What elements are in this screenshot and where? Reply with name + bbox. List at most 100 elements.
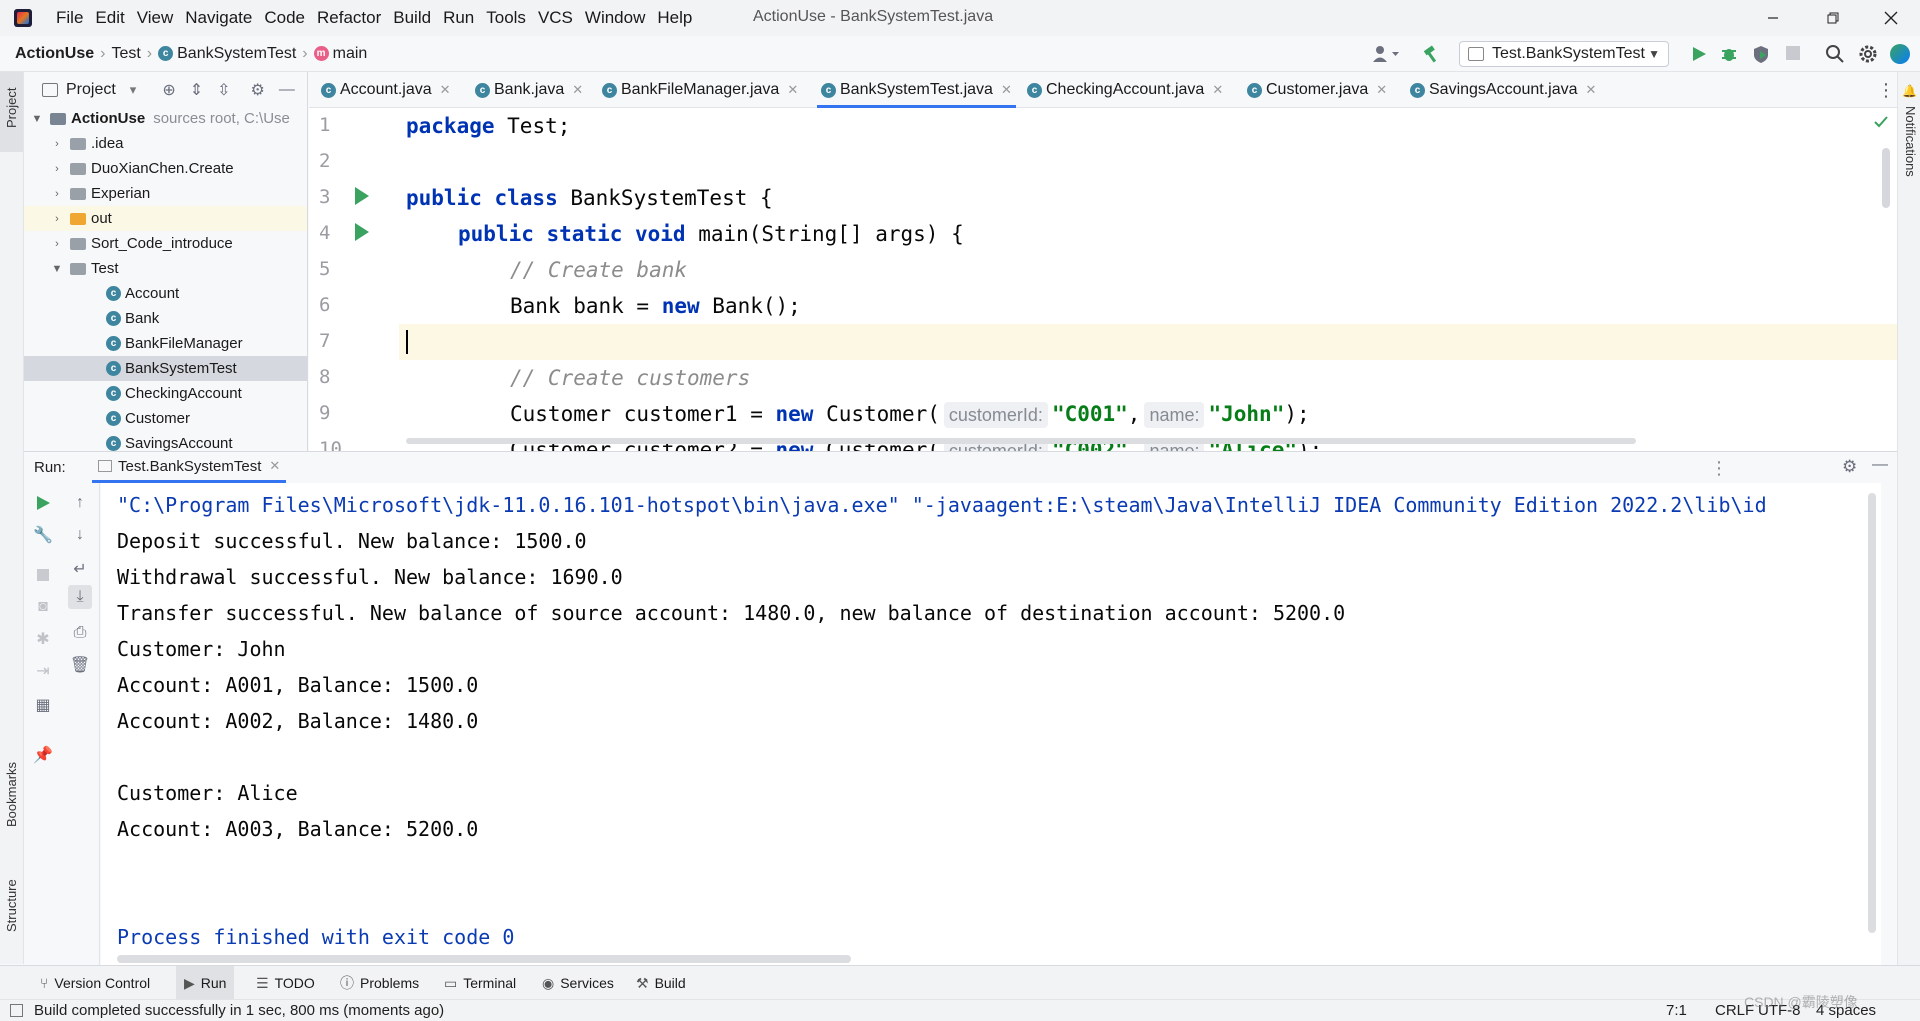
editor-scrollbar[interactable] (1882, 148, 1890, 208)
chevron-down-icon[interactable]: ▾ (130, 82, 137, 98)
close-tab-icon[interactable]: ✕ (787, 82, 798, 98)
arrow-up-icon[interactable]: ↑ (70, 493, 90, 513)
search-button[interactable] (1825, 44, 1845, 69)
rerun-button[interactable] (33, 493, 53, 513)
debug-button[interactable] (1719, 44, 1739, 69)
restore-button[interactable] (1810, 0, 1856, 36)
close-tab-icon[interactable]: ✕ (269, 458, 280, 474)
menu-run[interactable]: Run (443, 8, 474, 28)
menu-view[interactable]: View (137, 8, 174, 28)
tree-item-experian[interactable]: › Experian (24, 181, 307, 206)
tab-customer-java[interactable]: c Customer.java ✕ (1247, 72, 1387, 108)
tool-terminal[interactable]: ▭ Terminal (444, 966, 516, 1000)
tab-checkingaccount-java[interactable]: c CheckingAccount.java ✕ (1027, 72, 1223, 108)
breadcrumb-package[interactable]: Test (111, 45, 140, 63)
notifications-stripe-label[interactable]: Notifications (1903, 106, 1918, 177)
menu-window[interactable]: Window (585, 8, 645, 28)
layout-icon[interactable]: ▦ (33, 695, 53, 715)
bell-icon[interactable]: 🔔 (1902, 84, 1917, 98)
breadcrumb-project[interactable]: ActionUse (15, 45, 94, 63)
structure-stripe-label[interactable]: Structure (4, 879, 19, 932)
tree-item-banksystemtest[interactable]: c BankSystemTest (24, 356, 307, 381)
tool-services[interactable]: ◉ Services (542, 966, 614, 1000)
close-tab-icon[interactable]: ✕ (1376, 82, 1387, 98)
tab-bankfilemanager-java[interactable]: c BankFileManager.java ✕ (602, 72, 798, 108)
run-class-gutter-icon[interactable] (355, 187, 369, 205)
run-method-gutter-icon[interactable] (355, 223, 369, 241)
tool-version-control[interactable]: ⑂ Version Control (40, 966, 150, 1000)
soft-wrap-icon[interactable]: ↵ (70, 559, 90, 579)
menu-code[interactable]: Code (264, 8, 305, 28)
tree-item-bankfilemanager[interactable]: c BankFileManager (24, 331, 307, 356)
run-tab-banksystemtest[interactable]: Test.BankSystemTest ✕ (92, 452, 287, 483)
menu-refactor[interactable]: Refactor (317, 8, 381, 28)
menu-edit[interactable]: Edit (95, 8, 124, 28)
run-console[interactable]: "C:\Program Files\Microsoft\jdk-11.0.16.… (101, 483, 1881, 965)
status-toggle-icon[interactable] (10, 1004, 23, 1017)
status-message[interactable]: Build completed successfully in 1 sec, 8… (34, 1002, 444, 1019)
run-configuration-select[interactable]: Test.BankSystemTest ▼ (1459, 41, 1669, 67)
vcs-user-icon[interactable] (1372, 44, 1400, 69)
stop-button[interactable] (1786, 46, 1800, 60)
tool-todo[interactable]: ☰ TODO (256, 966, 315, 1000)
tool-problems[interactable]: ⓘ Problems (340, 966, 419, 1000)
menu-build[interactable]: Build (393, 8, 431, 28)
tree-item-savingsaccount[interactable]: c SavingsAccount (24, 431, 307, 452)
tab-banksystemtest-java[interactable]: c BankSystemTest.java ✕ (817, 72, 1016, 108)
menu-help[interactable]: Help (657, 8, 692, 28)
expand-all-icon[interactable]: ⇕ (190, 80, 203, 100)
hide-panel-icon[interactable]: — (1872, 456, 1888, 474)
close-tab-icon[interactable]: ✕ (1212, 82, 1223, 98)
debug-bug-icon[interactable]: ✱ (33, 629, 53, 649)
caret-position[interactable]: 7:1 (1666, 1002, 1687, 1019)
console-horizontal-scrollbar[interactable] (117, 955, 851, 963)
menu-vcs[interactable]: VCS (538, 8, 573, 28)
tab-bank-java[interactable]: c Bank.java ✕ (475, 72, 583, 108)
tree-item-account[interactable]: c Account (24, 281, 307, 306)
project-stripe-label[interactable]: Project (4, 88, 19, 128)
tool-run[interactable]: ▶ Run (176, 966, 235, 1000)
breadcrumb-method[interactable]: main (333, 45, 368, 63)
more-options-icon[interactable]: ⋮ (1710, 458, 1728, 479)
arrow-down-icon[interactable]: ↓ (70, 525, 90, 545)
more-tabs-icon[interactable]: ⋮ (1877, 80, 1895, 101)
tool-build[interactable]: ⚒ Build (636, 966, 686, 1000)
tree-item-bank[interactable]: c Bank (24, 306, 307, 331)
settings-button[interactable] (1858, 44, 1878, 69)
gear-icon[interactable]: ⚙ (1842, 457, 1857, 477)
menu-tools[interactable]: Tools (486, 8, 526, 28)
close-tab-icon[interactable]: ✕ (1586, 82, 1597, 98)
trash-icon[interactable]: 🗑 (70, 655, 90, 675)
menu-navigate[interactable]: Navigate (185, 8, 252, 28)
tab-savingsaccount-java[interactable]: c SavingsAccount.java ✕ (1410, 72, 1596, 108)
jetbrains-toolbox-icon[interactable] (1890, 44, 1910, 64)
project-panel-title[interactable]: Project (66, 81, 116, 99)
close-window-button[interactable] (1868, 0, 1914, 36)
coverage-button[interactable] (1751, 44, 1771, 69)
editor-horizontal-scrollbar[interactable] (406, 438, 1636, 444)
collapse-all-icon[interactable]: ⇳ (217, 80, 230, 100)
hide-panel-icon[interactable]: — (279, 81, 295, 99)
tree-item-duoxianchen[interactable]: › DuoXianChen.Create (24, 156, 307, 181)
run-button[interactable] (1690, 44, 1708, 69)
tree-item-customer[interactable]: c Customer (24, 406, 307, 431)
close-tab-icon[interactable]: ✕ (572, 82, 583, 98)
tree-item-checkingaccount[interactable]: c CheckingAccount (24, 381, 307, 406)
print-icon[interactable]: ⎙ (70, 623, 90, 643)
locate-file-icon[interactable]: ⊕ (162, 80, 175, 100)
bookmarks-stripe-label[interactable]: Bookmarks (4, 762, 19, 827)
breadcrumb-class[interactable]: BankSystemTest (177, 45, 296, 63)
menu-file[interactable]: File (56, 8, 83, 28)
tree-item-root[interactable]: ▼ ActionUse sources root, C:\Use (24, 106, 307, 131)
minimize-button[interactable] (1750, 0, 1796, 36)
scroll-to-end-icon[interactable]: ⤓ (68, 585, 92, 609)
gear-icon[interactable]: ⚙ (251, 80, 265, 100)
pin-icon[interactable]: 📌 (33, 745, 53, 765)
wrench-icon[interactable]: 🔧 (33, 525, 53, 545)
build-hammer-icon[interactable] (1422, 44, 1442, 69)
stop-button[interactable] (33, 565, 53, 585)
code-editor[interactable]: 1 2 3 4 5 6 7 8 9 10 package Test; publi… (309, 108, 1897, 451)
close-tab-icon[interactable]: ✕ (1001, 82, 1012, 98)
tree-item-idea[interactable]: › .idea (24, 131, 307, 156)
console-scrollbar[interactable] (1868, 493, 1876, 933)
